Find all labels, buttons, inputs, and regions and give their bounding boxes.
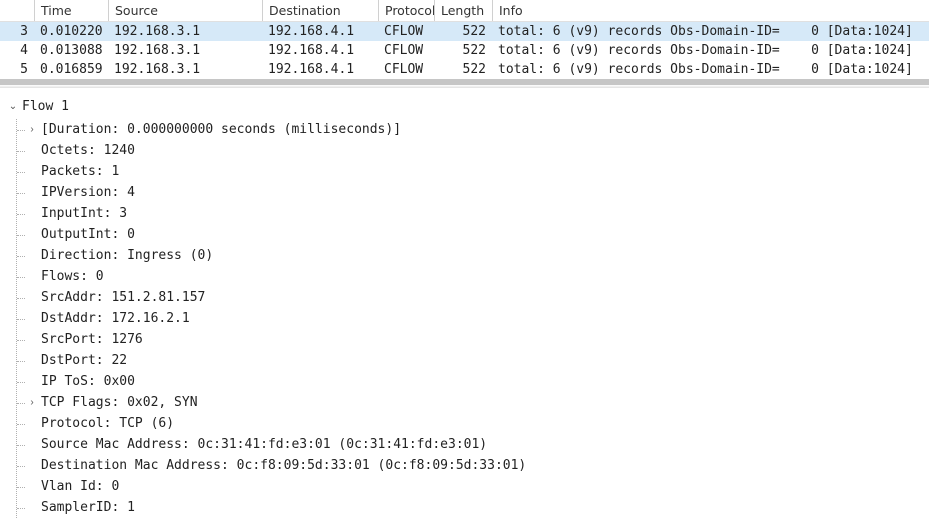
tree-item-label: SrcPort: 1276: [41, 329, 143, 350]
tree-spacer: [25, 140, 39, 161]
cell-info: total: 6 (v9) records Obs-Domain-ID= 0 […: [492, 61, 929, 78]
packet-detail-pane: ⌄ Flow 1 ›[Duration: 0.000000000 seconds…: [0, 88, 929, 519]
tree-item-label: IPVersion: 4: [41, 182, 135, 203]
packet-row[interactable]: 30.010220192.168.3.1192.168.4.1CFLOW522t…: [0, 22, 929, 41]
tree-item[interactable]: IP ToS: 0x00: [25, 371, 923, 392]
tree-item-label: Destination Mac Address: 0c:f8:09:5d:33:…: [41, 455, 526, 476]
tree-children: ›[Duration: 0.000000000 seconds (millise…: [16, 119, 923, 518]
cell-length: 522: [434, 61, 492, 78]
cell-destination: 192.168.4.1: [262, 23, 378, 40]
tree-item-label: SrcAddr: 151.2.81.157: [41, 287, 205, 308]
cell-destination: 192.168.4.1: [262, 61, 378, 78]
cell-protocol: CFLOW: [378, 42, 434, 59]
tree-root-label: Flow 1: [22, 96, 69, 117]
column-header-length[interactable]: Length: [434, 0, 492, 21]
tree-item-label: Packets: 1: [41, 161, 119, 182]
tree-item-label: DstAddr: 172.16.2.1: [41, 308, 190, 329]
tree-item-label: Direction: Ingress (0): [41, 245, 213, 266]
tree-item[interactable]: SrcPort: 1276: [25, 329, 923, 350]
cell-protocol: CFLOW: [378, 23, 434, 40]
packet-row[interactable]: 50.016859192.168.3.1192.168.4.1CFLOW522t…: [0, 60, 929, 79]
tree-spacer: [25, 329, 39, 350]
tree-item[interactable]: Destination Mac Address: 0c:f8:09:5d:33:…: [25, 455, 923, 476]
cell-source: 192.168.3.1: [108, 61, 262, 78]
tree-spacer: [25, 161, 39, 182]
tree-item[interactable]: SamplerID: 1: [25, 497, 923, 518]
tree-spacer: [25, 182, 39, 203]
cell-time: 0.013088: [34, 42, 108, 59]
column-header-info[interactable]: Info: [492, 0, 929, 21]
tree-item[interactable]: Octets: 1240: [25, 140, 923, 161]
cell-length: 522: [434, 23, 492, 40]
tree-spacer: [25, 308, 39, 329]
tree-item[interactable]: ›[Duration: 0.000000000 seconds (millise…: [25, 119, 923, 140]
tree-item-label: OutputInt: 0: [41, 224, 135, 245]
cell-time: 0.016859: [34, 61, 108, 78]
cell-length: 522: [434, 42, 492, 59]
tree-item[interactable]: SrcAddr: 151.2.81.157: [25, 287, 923, 308]
tree-item[interactable]: InputInt: 3: [25, 203, 923, 224]
tree-item-label: SamplerID: 1: [41, 497, 135, 518]
tree-spacer: [25, 203, 39, 224]
collapse-icon[interactable]: ⌄: [6, 96, 20, 117]
tree-spacer: [25, 497, 39, 518]
tree-spacer: [25, 455, 39, 476]
cell-no: 5: [0, 61, 34, 78]
column-header-destination[interactable]: Destination: [262, 0, 378, 21]
cell-no: 3: [0, 23, 34, 40]
tree-item[interactable]: Protocol: TCP (6): [25, 413, 923, 434]
tree-spacer: [25, 266, 39, 287]
expand-icon[interactable]: ›: [25, 119, 39, 140]
tree-item[interactable]: ›TCP Flags: 0x02, SYN: [25, 392, 923, 413]
tree-item-label: Vlan Id: 0: [41, 476, 119, 497]
tree-spacer: [25, 224, 39, 245]
tree-root-row[interactable]: ⌄ Flow 1: [6, 96, 923, 117]
tree-item[interactable]: Vlan Id: 0: [25, 476, 923, 497]
tree-item[interactable]: DstAddr: 172.16.2.1: [25, 308, 923, 329]
tree-item-label: Source Mac Address: 0c:31:41:fd:e3:01 (0…: [41, 434, 487, 455]
tree-spacer: [25, 350, 39, 371]
column-header-source[interactable]: Source: [108, 0, 262, 21]
packet-list-body: 30.010220192.168.3.1192.168.4.1CFLOW522t…: [0, 22, 929, 79]
cell-info: total: 6 (v9) records Obs-Domain-ID= 0 […: [492, 42, 929, 59]
tree-spacer: [25, 476, 39, 497]
cell-info: total: 6 (v9) records Obs-Domain-ID= 0 […: [492, 23, 929, 40]
cell-no: 4: [0, 42, 34, 59]
tree-item-label: Octets: 1240: [41, 140, 135, 161]
tree-item-label: Protocol: TCP (6): [41, 413, 174, 434]
tree-item-label: InputInt: 3: [41, 203, 127, 224]
tree-item-label: IP ToS: 0x00: [41, 371, 135, 392]
tree-spacer: [25, 434, 39, 455]
tree-item-label: DstPort: 22: [41, 350, 127, 371]
cell-protocol: CFLOW: [378, 61, 434, 78]
tree-item-label: [Duration: 0.000000000 seconds (millisec…: [41, 119, 401, 140]
packet-list-pane: Time Source Destination Protocol Length …: [0, 0, 929, 85]
tree-item[interactable]: Direction: Ingress (0): [25, 245, 923, 266]
tree-item[interactable]: IPVersion: 4: [25, 182, 923, 203]
tree-item[interactable]: Flows: 0: [25, 266, 923, 287]
tree-item[interactable]: Packets: 1: [25, 161, 923, 182]
tree-spacer: [25, 413, 39, 434]
cell-destination: 192.168.4.1: [262, 42, 378, 59]
tree-item-label: Flows: 0: [41, 266, 104, 287]
column-header-protocol[interactable]: Protocol: [378, 0, 434, 21]
tree-spacer: [25, 245, 39, 266]
packet-row[interactable]: 40.013088192.168.3.1192.168.4.1CFLOW522t…: [0, 41, 929, 60]
packet-list-header: Time Source Destination Protocol Length …: [0, 0, 929, 22]
cell-time: 0.010220: [34, 23, 108, 40]
tree-item[interactable]: DstPort: 22: [25, 350, 923, 371]
tree-spacer: [25, 371, 39, 392]
tree-item-label: TCP Flags: 0x02, SYN: [41, 392, 198, 413]
tree-spacer: [25, 287, 39, 308]
tree-item[interactable]: OutputInt: 0: [25, 224, 923, 245]
cell-source: 192.168.3.1: [108, 23, 262, 40]
cell-source: 192.168.3.1: [108, 42, 262, 59]
column-header-no[interactable]: [0, 0, 34, 21]
expand-icon[interactable]: ›: [25, 392, 39, 413]
column-header-time[interactable]: Time: [34, 0, 108, 21]
tree-item[interactable]: Source Mac Address: 0c:31:41:fd:e3:01 (0…: [25, 434, 923, 455]
